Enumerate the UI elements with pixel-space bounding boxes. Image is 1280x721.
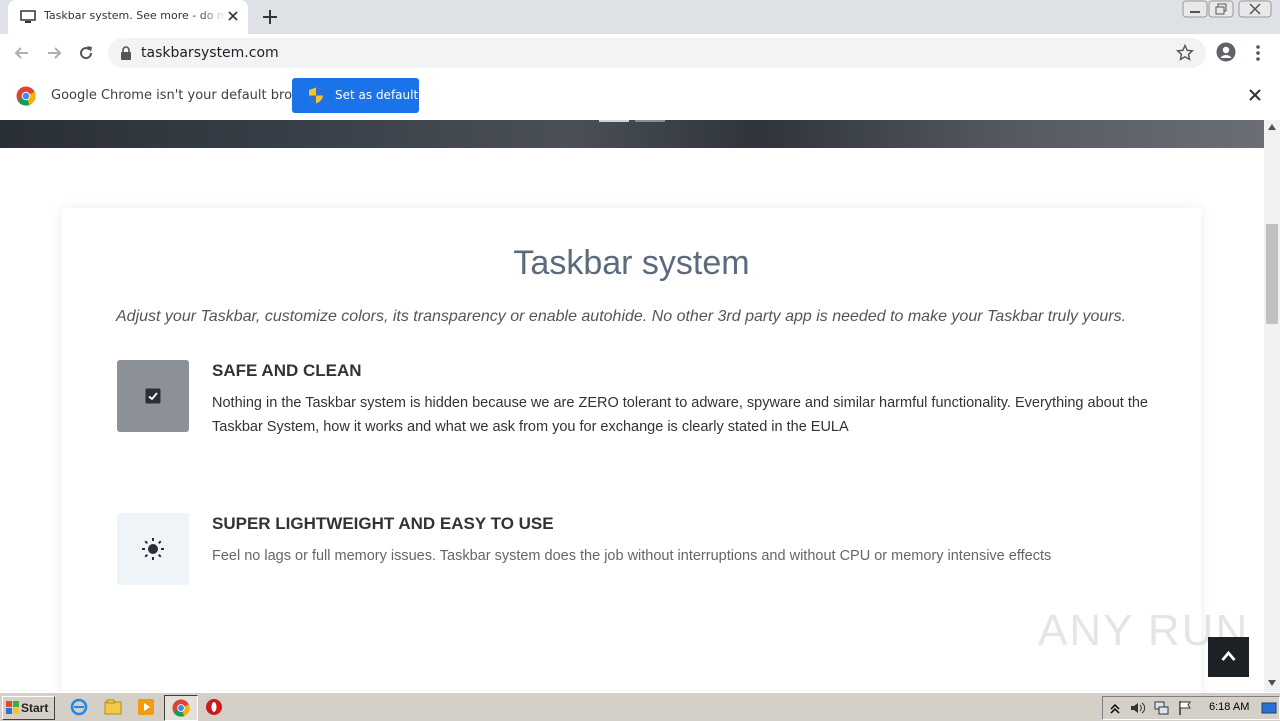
new-tab-icon[interactable] (260, 7, 280, 27)
network-icon[interactable] (1153, 700, 1169, 716)
infobar-message: Google Chrome isn't your default browser (51, 88, 323, 103)
action-center-flag-icon[interactable] (1177, 700, 1193, 716)
tab-taskbar-system[interactable]: Taskbar system. See more - do more (8, 0, 248, 34)
slider-indicator[interactable] (599, 120, 629, 122)
more-menu-icon[interactable] (1252, 43, 1264, 63)
system-tray: 6:18 AM (1102, 696, 1280, 720)
bookmark-star-icon[interactable] (1176, 44, 1194, 62)
hero-image (0, 120, 1264, 148)
feature-title: SUPER LIGHTWEIGHT AND EASY TO USE (212, 514, 554, 533)
close-infobar-icon[interactable] (1248, 88, 1262, 102)
feature-description: Nothing in the Taskbar system is hidden … (212, 395, 1148, 435)
browser-toolbar: taskbarsystem.com (0, 34, 1280, 73)
feature-icon-box (117, 513, 189, 585)
chevron-up-icon (1221, 650, 1236, 661)
page-lead-text: Adjust your Taskbar, customize colors, i… (116, 308, 1127, 325)
windows-taskbar: Start 6:18 AM (0, 692, 1280, 721)
close-window-icon[interactable] (1238, 0, 1272, 18)
sun-icon (142, 538, 164, 560)
opera-icon[interactable] (205, 698, 223, 716)
page-title: Taskbar system (513, 244, 750, 282)
scrollbar-thumb[interactable] (1266, 224, 1278, 324)
default-browser-infobar: Google Chrome isn't your default browser… (0, 72, 1280, 121)
internet-explorer-icon[interactable] (70, 698, 88, 716)
address-bar[interactable]: taskbarsystem.com (108, 38, 1206, 68)
tab-strip: Taskbar system. See more - do more (0, 0, 1280, 34)
slider-indicator[interactable] (635, 120, 665, 122)
tab-title: Taskbar system. See more - do more (44, 9, 226, 22)
page-scrollbar[interactable] (1264, 120, 1280, 692)
show-hidden-icons-icon[interactable] (1107, 700, 1123, 716)
lock-icon (121, 46, 131, 60)
feature-card: Taskbar system Adjust your Taskbar, cust… (62, 208, 1201, 692)
chrome-logo-icon (16, 86, 36, 106)
feature-description: Feel no lags or full memory issues. Task… (212, 548, 1052, 564)
monitor-icon (20, 10, 36, 23)
url-text: taskbarsystem.com (141, 45, 279, 61)
scroll-down-arrow-icon[interactable] (1268, 680, 1276, 686)
start-label: Start (21, 701, 49, 715)
forward-arrow-icon[interactable] (44, 43, 64, 63)
restore-window-icon[interactable] (1208, 0, 1234, 18)
set-as-default-label: Set as default (335, 88, 419, 102)
profile-avatar-icon[interactable] (1216, 42, 1236, 62)
close-tab-icon[interactable] (226, 9, 240, 23)
back-arrow-icon[interactable] (12, 43, 32, 63)
feature-title: SAFE AND CLEAN (212, 361, 362, 380)
taskbar-chrome-button[interactable] (164, 695, 198, 721)
start-button[interactable]: Start (2, 696, 55, 720)
back-to-top-button[interactable] (1208, 637, 1249, 677)
media-player-icon[interactable] (137, 698, 155, 716)
clock[interactable]: 6:18 AM (1209, 701, 1249, 713)
show-desktop-icon[interactable] (1261, 700, 1277, 716)
chrome-icon (172, 699, 190, 717)
checkbox-icon (145, 388, 161, 404)
minimize-window-icon[interactable] (1182, 0, 1208, 18)
reload-icon[interactable] (76, 43, 96, 63)
uac-shield-icon (309, 87, 323, 104)
set-as-default-button[interactable]: Set as default (292, 78, 419, 113)
file-explorer-icon[interactable] (104, 698, 122, 716)
windows-flag-icon (6, 701, 19, 714)
volume-icon[interactable] (1129, 700, 1145, 716)
feature-icon-box (117, 360, 189, 432)
scroll-up-arrow-icon[interactable] (1268, 124, 1276, 130)
